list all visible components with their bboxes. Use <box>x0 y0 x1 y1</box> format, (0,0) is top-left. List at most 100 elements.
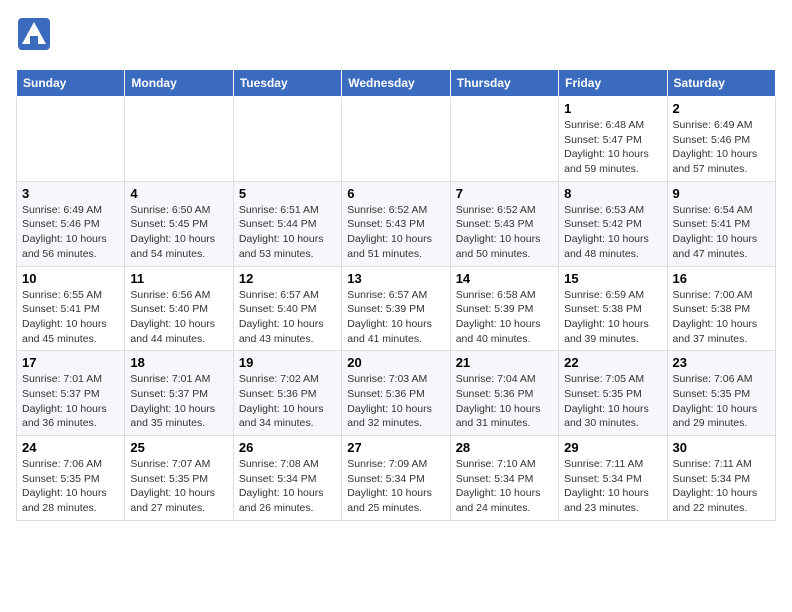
calendar-cell: 22 Sunrise: 7:05 AM Sunset: 5:35 PM Dayli… <box>559 351 667 436</box>
calendar-cell: 7 Sunrise: 6:52 AM Sunset: 5:43 PM Daylig… <box>450 181 558 266</box>
calendar-cell: 16 Sunrise: 7:00 AM Sunset: 5:38 PM Dayli… <box>667 266 775 351</box>
calendar-cell: 8 Sunrise: 6:53 AM Sunset: 5:42 PM Daylig… <box>559 181 667 266</box>
day-info: Sunrise: 7:10 AM Sunset: 5:34 PM Dayligh… <box>456 457 553 516</box>
day-info: Sunrise: 7:05 AM Sunset: 5:35 PM Dayligh… <box>564 372 661 431</box>
calendar-cell <box>342 97 450 182</box>
calendar-cell: 17 Sunrise: 7:01 AM Sunset: 5:37 PM Dayli… <box>17 351 125 436</box>
day-info: Sunrise: 6:49 AM Sunset: 5:46 PM Dayligh… <box>673 118 770 177</box>
day-info: Sunrise: 6:49 AM Sunset: 5:46 PM Dayligh… <box>22 203 119 262</box>
day-number: 13 <box>347 271 444 286</box>
day-info: Sunrise: 7:00 AM Sunset: 5:38 PM Dayligh… <box>673 288 770 347</box>
page-header <box>16 16 776 59</box>
day-info: Sunrise: 7:07 AM Sunset: 5:35 PM Dayligh… <box>130 457 227 516</box>
calendar-cell <box>233 97 341 182</box>
calendar-cell: 15 Sunrise: 6:59 AM Sunset: 5:38 PM Dayli… <box>559 266 667 351</box>
calendar-cell: 12 Sunrise: 6:57 AM Sunset: 5:40 PM Dayli… <box>233 266 341 351</box>
day-number: 15 <box>564 271 661 286</box>
day-number: 12 <box>239 271 336 286</box>
day-info: Sunrise: 7:06 AM Sunset: 5:35 PM Dayligh… <box>673 372 770 431</box>
day-number: 5 <box>239 186 336 201</box>
day-number: 1 <box>564 101 661 116</box>
calendar-cell: 23Sunrise: 7:06 AM Sunset: 5:35 PM Dayli… <box>667 351 775 436</box>
calendar-cell <box>450 97 558 182</box>
logo-icon <box>16 16 52 59</box>
calendar-cell <box>17 97 125 182</box>
calendar-cell: 5 Sunrise: 6:51 AM Sunset: 5:44 PM Daylig… <box>233 181 341 266</box>
day-info: Sunrise: 6:51 AM Sunset: 5:44 PM Dayligh… <box>239 203 336 262</box>
day-number: 8 <box>564 186 661 201</box>
calendar-cell: 4 Sunrise: 6:50 AM Sunset: 5:45 PM Daylig… <box>125 181 233 266</box>
calendar-cell <box>125 97 233 182</box>
logo <box>16 16 56 59</box>
calendar-cell: 28 Sunrise: 7:10 AM Sunset: 5:34 PM Dayli… <box>450 436 558 521</box>
day-number: 16 <box>673 271 770 286</box>
calendar-cell: 29Sunrise: 7:11 AM Sunset: 5:34 PM Dayli… <box>559 436 667 521</box>
calendar-cell: 20 Sunrise: 7:03 AM Sunset: 5:36 PM Dayli… <box>342 351 450 436</box>
calendar-cell: 6 Sunrise: 6:52 AM Sunset: 5:43 PM Daylig… <box>342 181 450 266</box>
day-number: 7 <box>456 186 553 201</box>
day-info: Sunrise: 7:11 AM Sunset: 5:34 PM Dayligh… <box>564 457 661 516</box>
day-info: Sunrise: 7:02 AM Sunset: 5:36 PM Dayligh… <box>239 372 336 431</box>
day-info: Sunrise: 6:58 AM Sunset: 5:39 PM Dayligh… <box>456 288 553 347</box>
day-info: Sunrise: 6:52 AM Sunset: 5:43 PM Dayligh… <box>347 203 444 262</box>
day-number: 2 <box>673 101 770 116</box>
day-header-wednesday: Wednesday <box>342 70 450 97</box>
day-number: 24 <box>22 440 119 455</box>
calendar-cell: 1 Sunrise: 6:48 AM Sunset: 5:47 PM Daylig… <box>559 97 667 182</box>
day-info: Sunrise: 6:48 AM Sunset: 5:47 PM Dayligh… <box>564 118 661 177</box>
day-info: Sunrise: 6:52 AM Sunset: 5:43 PM Dayligh… <box>456 203 553 262</box>
day-info: Sunrise: 7:03 AM Sunset: 5:36 PM Dayligh… <box>347 372 444 431</box>
day-info: Sunrise: 6:57 AM Sunset: 5:39 PM Dayligh… <box>347 288 444 347</box>
day-number: 6 <box>347 186 444 201</box>
calendar-cell: 10 Sunrise: 6:55 AM Sunset: 5:41 PM Dayli… <box>17 266 125 351</box>
calendar-cell: 19 Sunrise: 7:02 AM Sunset: 5:36 PM Dayli… <box>233 351 341 436</box>
day-info: Sunrise: 7:01 AM Sunset: 5:37 PM Dayligh… <box>130 372 227 431</box>
day-info: Sunrise: 7:01 AM Sunset: 5:37 PM Dayligh… <box>22 372 119 431</box>
day-number: 22 <box>564 355 661 370</box>
day-number: 9 <box>673 186 770 201</box>
day-number: 30 <box>673 440 770 455</box>
calendar-cell: 9 Sunrise: 6:54 AM Sunset: 5:41 PM Daylig… <box>667 181 775 266</box>
day-header-saturday: Saturday <box>667 70 775 97</box>
day-info: Sunrise: 6:50 AM Sunset: 5:45 PM Dayligh… <box>130 203 227 262</box>
day-number: 17 <box>22 355 119 370</box>
calendar-cell: 26 Sunrise: 7:08 AM Sunset: 5:34 PM Dayli… <box>233 436 341 521</box>
day-info: Sunrise: 7:11 AM Sunset: 5:34 PM Dayligh… <box>673 457 770 516</box>
day-number: 27 <box>347 440 444 455</box>
day-header-sunday: Sunday <box>17 70 125 97</box>
day-number: 10 <box>22 271 119 286</box>
day-number: 26 <box>239 440 336 455</box>
calendar-cell: 13 Sunrise: 6:57 AM Sunset: 5:39 PM Dayli… <box>342 266 450 351</box>
calendar-cell: 25 Sunrise: 7:07 AM Sunset: 5:35 PM Dayli… <box>125 436 233 521</box>
day-number: 28 <box>456 440 553 455</box>
day-info: Sunrise: 6:56 AM Sunset: 5:40 PM Dayligh… <box>130 288 227 347</box>
day-header-thursday: Thursday <box>450 70 558 97</box>
day-info: Sunrise: 6:59 AM Sunset: 5:38 PM Dayligh… <box>564 288 661 347</box>
day-number: 21 <box>456 355 553 370</box>
calendar-cell: 24 Sunrise: 7:06 AM Sunset: 5:35 PM Dayli… <box>17 436 125 521</box>
day-header-tuesday: Tuesday <box>233 70 341 97</box>
day-number: 19 <box>239 355 336 370</box>
day-info: Sunrise: 6:55 AM Sunset: 5:41 PM Dayligh… <box>22 288 119 347</box>
day-info: Sunrise: 7:06 AM Sunset: 5:35 PM Dayligh… <box>22 457 119 516</box>
calendar-cell: 3 Sunrise: 6:49 AM Sunset: 5:46 PM Daylig… <box>17 181 125 266</box>
calendar-cell: 21 Sunrise: 7:04 AM Sunset: 5:36 PM Dayli… <box>450 351 558 436</box>
calendar-table: SundayMondayTuesdayWednesdayThursdayFrid… <box>16 69 776 521</box>
day-number: 18 <box>130 355 227 370</box>
calendar-cell: 18 Sunrise: 7:01 AM Sunset: 5:37 PM Dayli… <box>125 351 233 436</box>
calendar-cell: 30 Sunrise: 7:11 AM Sunset: 5:34 PM Dayli… <box>667 436 775 521</box>
day-number: 4 <box>130 186 227 201</box>
day-number: 3 <box>22 186 119 201</box>
day-number: 14 <box>456 271 553 286</box>
day-header-friday: Friday <box>559 70 667 97</box>
calendar-cell: 27Sunrise: 7:09 AM Sunset: 5:34 PM Dayli… <box>342 436 450 521</box>
day-number: 11 <box>130 271 227 286</box>
calendar-cell: 11 Sunrise: 6:56 AM Sunset: 5:40 PM Dayli… <box>125 266 233 351</box>
day-number: 25 <box>130 440 227 455</box>
day-number: 20 <box>347 355 444 370</box>
day-info: Sunrise: 6:53 AM Sunset: 5:42 PM Dayligh… <box>564 203 661 262</box>
day-info: Sunrise: 6:57 AM Sunset: 5:40 PM Dayligh… <box>239 288 336 347</box>
day-info: Sunrise: 7:04 AM Sunset: 5:36 PM Dayligh… <box>456 372 553 431</box>
day-info: Sunrise: 7:08 AM Sunset: 5:34 PM Dayligh… <box>239 457 336 516</box>
day-info: Sunrise: 6:54 AM Sunset: 5:41 PM Dayligh… <box>673 203 770 262</box>
